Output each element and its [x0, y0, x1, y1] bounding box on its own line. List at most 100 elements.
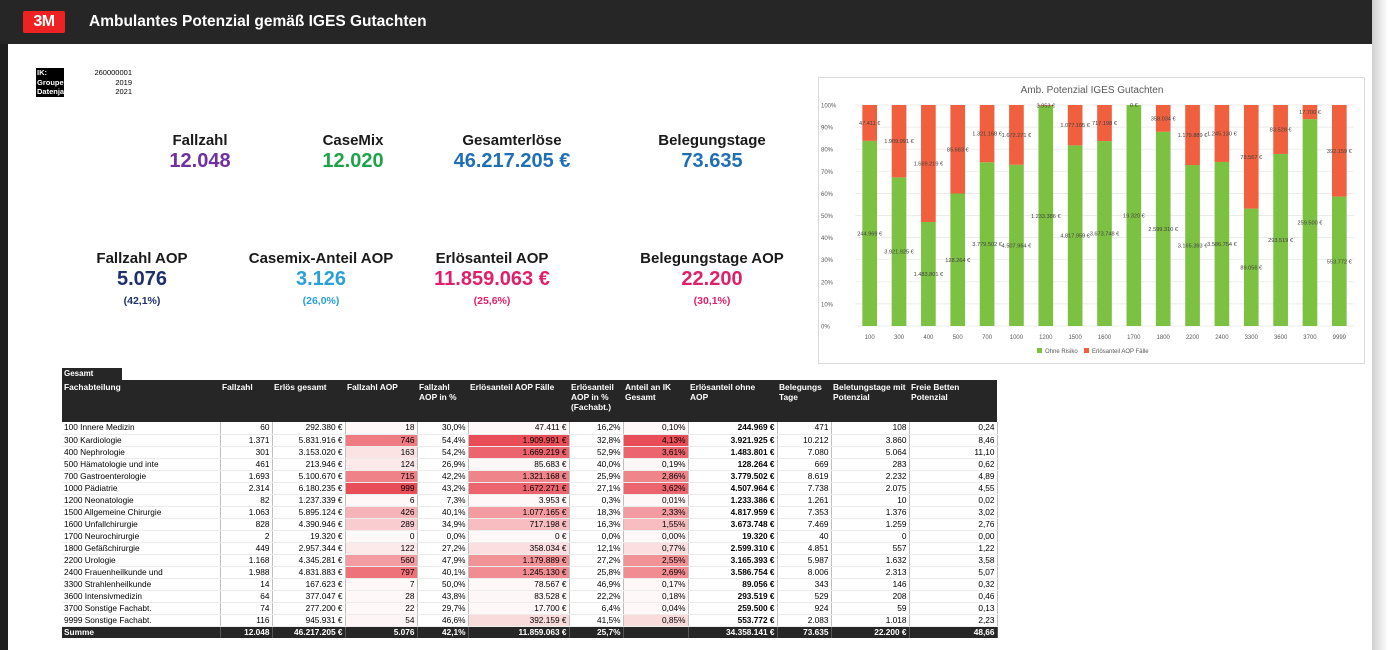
column-header[interactable]: Fachabteilung	[62, 380, 220, 422]
table-cell: 146	[831, 578, 910, 591]
table-cell: 46,9%	[569, 578, 624, 591]
table-cell: 41,5%	[569, 614, 624, 627]
table-cell: 3,02	[909, 506, 998, 519]
column-header[interactable]: Erlösanteil AOP in % (Fachabt.)	[569, 380, 623, 422]
table-cell: 47.411 €	[468, 422, 570, 435]
x-tick-label: 2200	[1186, 335, 1200, 341]
table-cell: 213.946 €	[272, 458, 346, 471]
table-cell: 54	[345, 614, 418, 627]
data-label-erloesanteil-aop: 717.198 €	[1092, 121, 1118, 127]
total-cell	[623, 626, 689, 638]
table-cell: 47,9%	[417, 554, 469, 567]
table-cell: 2200 Urologie	[62, 554, 221, 567]
table-cell: 8.619	[777, 470, 832, 483]
table-row[interactable]: 700 Gastroenterologie 1.693 5.100.670 €715…	[62, 470, 998, 483]
table-cell: 529	[777, 590, 832, 603]
table-row[interactable]: 3300 Strahlenheilkunde 14 167.623 €7 50,0% 7…	[62, 578, 998, 591]
table-cell: 1.179.889 €	[468, 554, 570, 567]
table-row[interactable]: 1800 Gefäßchirurgie 449 2.957.344 €122 27,2…	[62, 542, 998, 555]
table-row[interactable]: 1600 Unfallchirurgie 828 4.390.946 €289 34,…	[62, 518, 998, 531]
table-cell: 26,9%	[417, 458, 469, 471]
info-panel: IK: 260000001 Grouper: 2019 Datenjahr: 2021	[36, 68, 132, 97]
table-row[interactable]: 1500 Allgemeine Chirurgie 1.063 5.895.124 …	[62, 506, 998, 519]
table-cell: 0,01%	[623, 494, 689, 507]
x-tick-label: 1500	[1068, 335, 1082, 341]
column-header[interactable]: Fallzahl	[220, 380, 272, 422]
table-cell: 1700 Neurochirurgie	[62, 530, 221, 543]
table-cell: 1.988	[220, 566, 273, 579]
kpi-label: Fallzahl AOP	[96, 250, 188, 267]
table-cell: 2.313	[831, 566, 910, 579]
table-cell: 259.500 €	[688, 602, 778, 615]
table-cell: 163	[345, 446, 418, 459]
table-cell: 3.779.502 €	[688, 470, 778, 483]
table-cell: 1.233.386 €	[688, 494, 778, 507]
data-label-ohne-risiko: 1.233.386 €	[1031, 214, 1061, 220]
column-header[interactable]: Erlösanteil AOP Fälle	[468, 380, 569, 422]
table-cell: 29,7%	[417, 602, 469, 615]
table-row[interactable]: 2200 Urologie 1.168 4.345.281 €560 47,9% 1.1…	[62, 554, 998, 567]
table-cell: 3.673.748 €	[688, 518, 778, 531]
table-cell: 3.165.393 €	[688, 554, 778, 567]
column-header[interactable]: Belegungs Tage	[777, 380, 831, 422]
table-row[interactable]: 2400 Frauenheilkunde und 1.988 4.831.883 €…	[62, 566, 998, 579]
column-header[interactable]: Anteil an IK Gesamt	[623, 380, 688, 422]
table-cell: 3.860	[831, 434, 910, 447]
table-row[interactable]: 1700 Neurochirurgie 2 19.320 €0 0,0% 0 €0,0%…	[62, 530, 998, 543]
table-cell: 11,10	[909, 446, 998, 459]
table-cell: 3300 Strahlenheilkunde	[62, 578, 221, 591]
table-cell: 78.567 €	[468, 578, 570, 591]
data-label-ohne-risiko: 3.921.925 €	[884, 250, 914, 256]
table-cell: 1.077.165 €	[468, 506, 570, 519]
info-key: Datenjahr:	[36, 87, 75, 97]
kpi-label: Gesamterlöse	[462, 132, 562, 149]
table-cell: 3.153.020 €	[272, 446, 346, 459]
table-cell: 0,18%	[623, 590, 689, 603]
column-header[interactable]: Beletungstage mit Potenzial	[831, 380, 909, 422]
table-cell: 2.599.310 €	[688, 542, 778, 555]
data-label-ohne-risiko: 3.586.754 €	[1207, 242, 1237, 248]
page-edge-shadow	[1372, 0, 1388, 650]
table-cell: 22	[345, 602, 418, 615]
total-cell: 46.217.205 €	[272, 626, 346, 638]
table-tab-gesamt[interactable]: Gesamt	[62, 368, 122, 380]
column-header[interactable]: Fallzahl AOP in %	[417, 380, 468, 422]
x-tick-label: 9999	[1333, 335, 1347, 341]
table-row[interactable]: 100 Innere Medizin 60 292.380 €18 30,0% 47.4…	[62, 422, 998, 435]
data-label-ohne-risiko: 4.817.959 €	[1060, 234, 1090, 240]
table-cell: 1.376	[831, 506, 910, 519]
table-cell: 924	[777, 602, 832, 615]
table-row[interactable]: 400 Nephrologie 301 3.153.020 €163 54,2% 1.6…	[62, 446, 998, 459]
table-cell: 0,85%	[623, 614, 689, 627]
table-row[interactable]: 9999 Sonstige Fachabt. 116 945.931 €54 46,6…	[62, 614, 998, 627]
table-cell: 2,33%	[623, 506, 689, 519]
table-cell: 292.380 €	[272, 422, 346, 435]
table-cell: 1.672.271 €	[468, 482, 570, 495]
table-row[interactable]: 300 Kardiologie 1.371 5.831.916 €746 54,4% 1…	[62, 434, 998, 447]
table-row[interactable]: 500 Hämatologie und inte 461 213.946 €124 2…	[62, 458, 998, 471]
data-label-ohne-risiko: 244.969 €	[857, 231, 883, 237]
column-header[interactable]: Erlös gesamt	[272, 380, 345, 422]
table-cell: 2400 Frauenheilkunde und	[62, 566, 221, 579]
table-row[interactable]: 1000 Pädiatrie 2.314 6.180.235 €999 43,2% 1.…	[62, 482, 998, 495]
y-tick-label: 30%	[821, 258, 834, 264]
data-label-ohne-risiko: 1.483.801 €	[914, 272, 944, 278]
data-label-ohne-risiko: 4.507.964 €	[1002, 243, 1032, 249]
table-cell: 1.168	[220, 554, 273, 567]
table-row[interactable]: 3700 Sonstige Fachabt. 74 277.200 €22 29,7%…	[62, 602, 998, 615]
table-row[interactable]: 1200 Neonatologie 82 1.237.339 €6 7,3% 3.953…	[62, 494, 998, 507]
table-cell: 0,02	[909, 494, 998, 507]
table-cell: 82	[220, 494, 273, 507]
table-cell: 4.390.946 €	[272, 518, 346, 531]
table-cell: 25,8%	[569, 566, 624, 579]
column-header[interactable]: Erlösanteil ohne AOP	[688, 380, 777, 422]
column-header[interactable]: Fallzahl AOP	[345, 380, 417, 422]
table-cell: 9999 Sonstige Fachabt.	[62, 614, 221, 627]
table-cell: 6	[345, 494, 418, 507]
column-header[interactable]: Freie Betten Potenzial	[909, 380, 997, 422]
table-row[interactable]: 3600 Intensivmedizin 64 377.047 €28 43,8% 83…	[62, 590, 998, 603]
table-cell: 7.469	[777, 518, 832, 531]
kpi-percent: (25,6%)	[473, 295, 511, 307]
kpi-label: Belegungstage AOP	[640, 250, 784, 267]
kpi-value: 22.200	[681, 268, 743, 290]
